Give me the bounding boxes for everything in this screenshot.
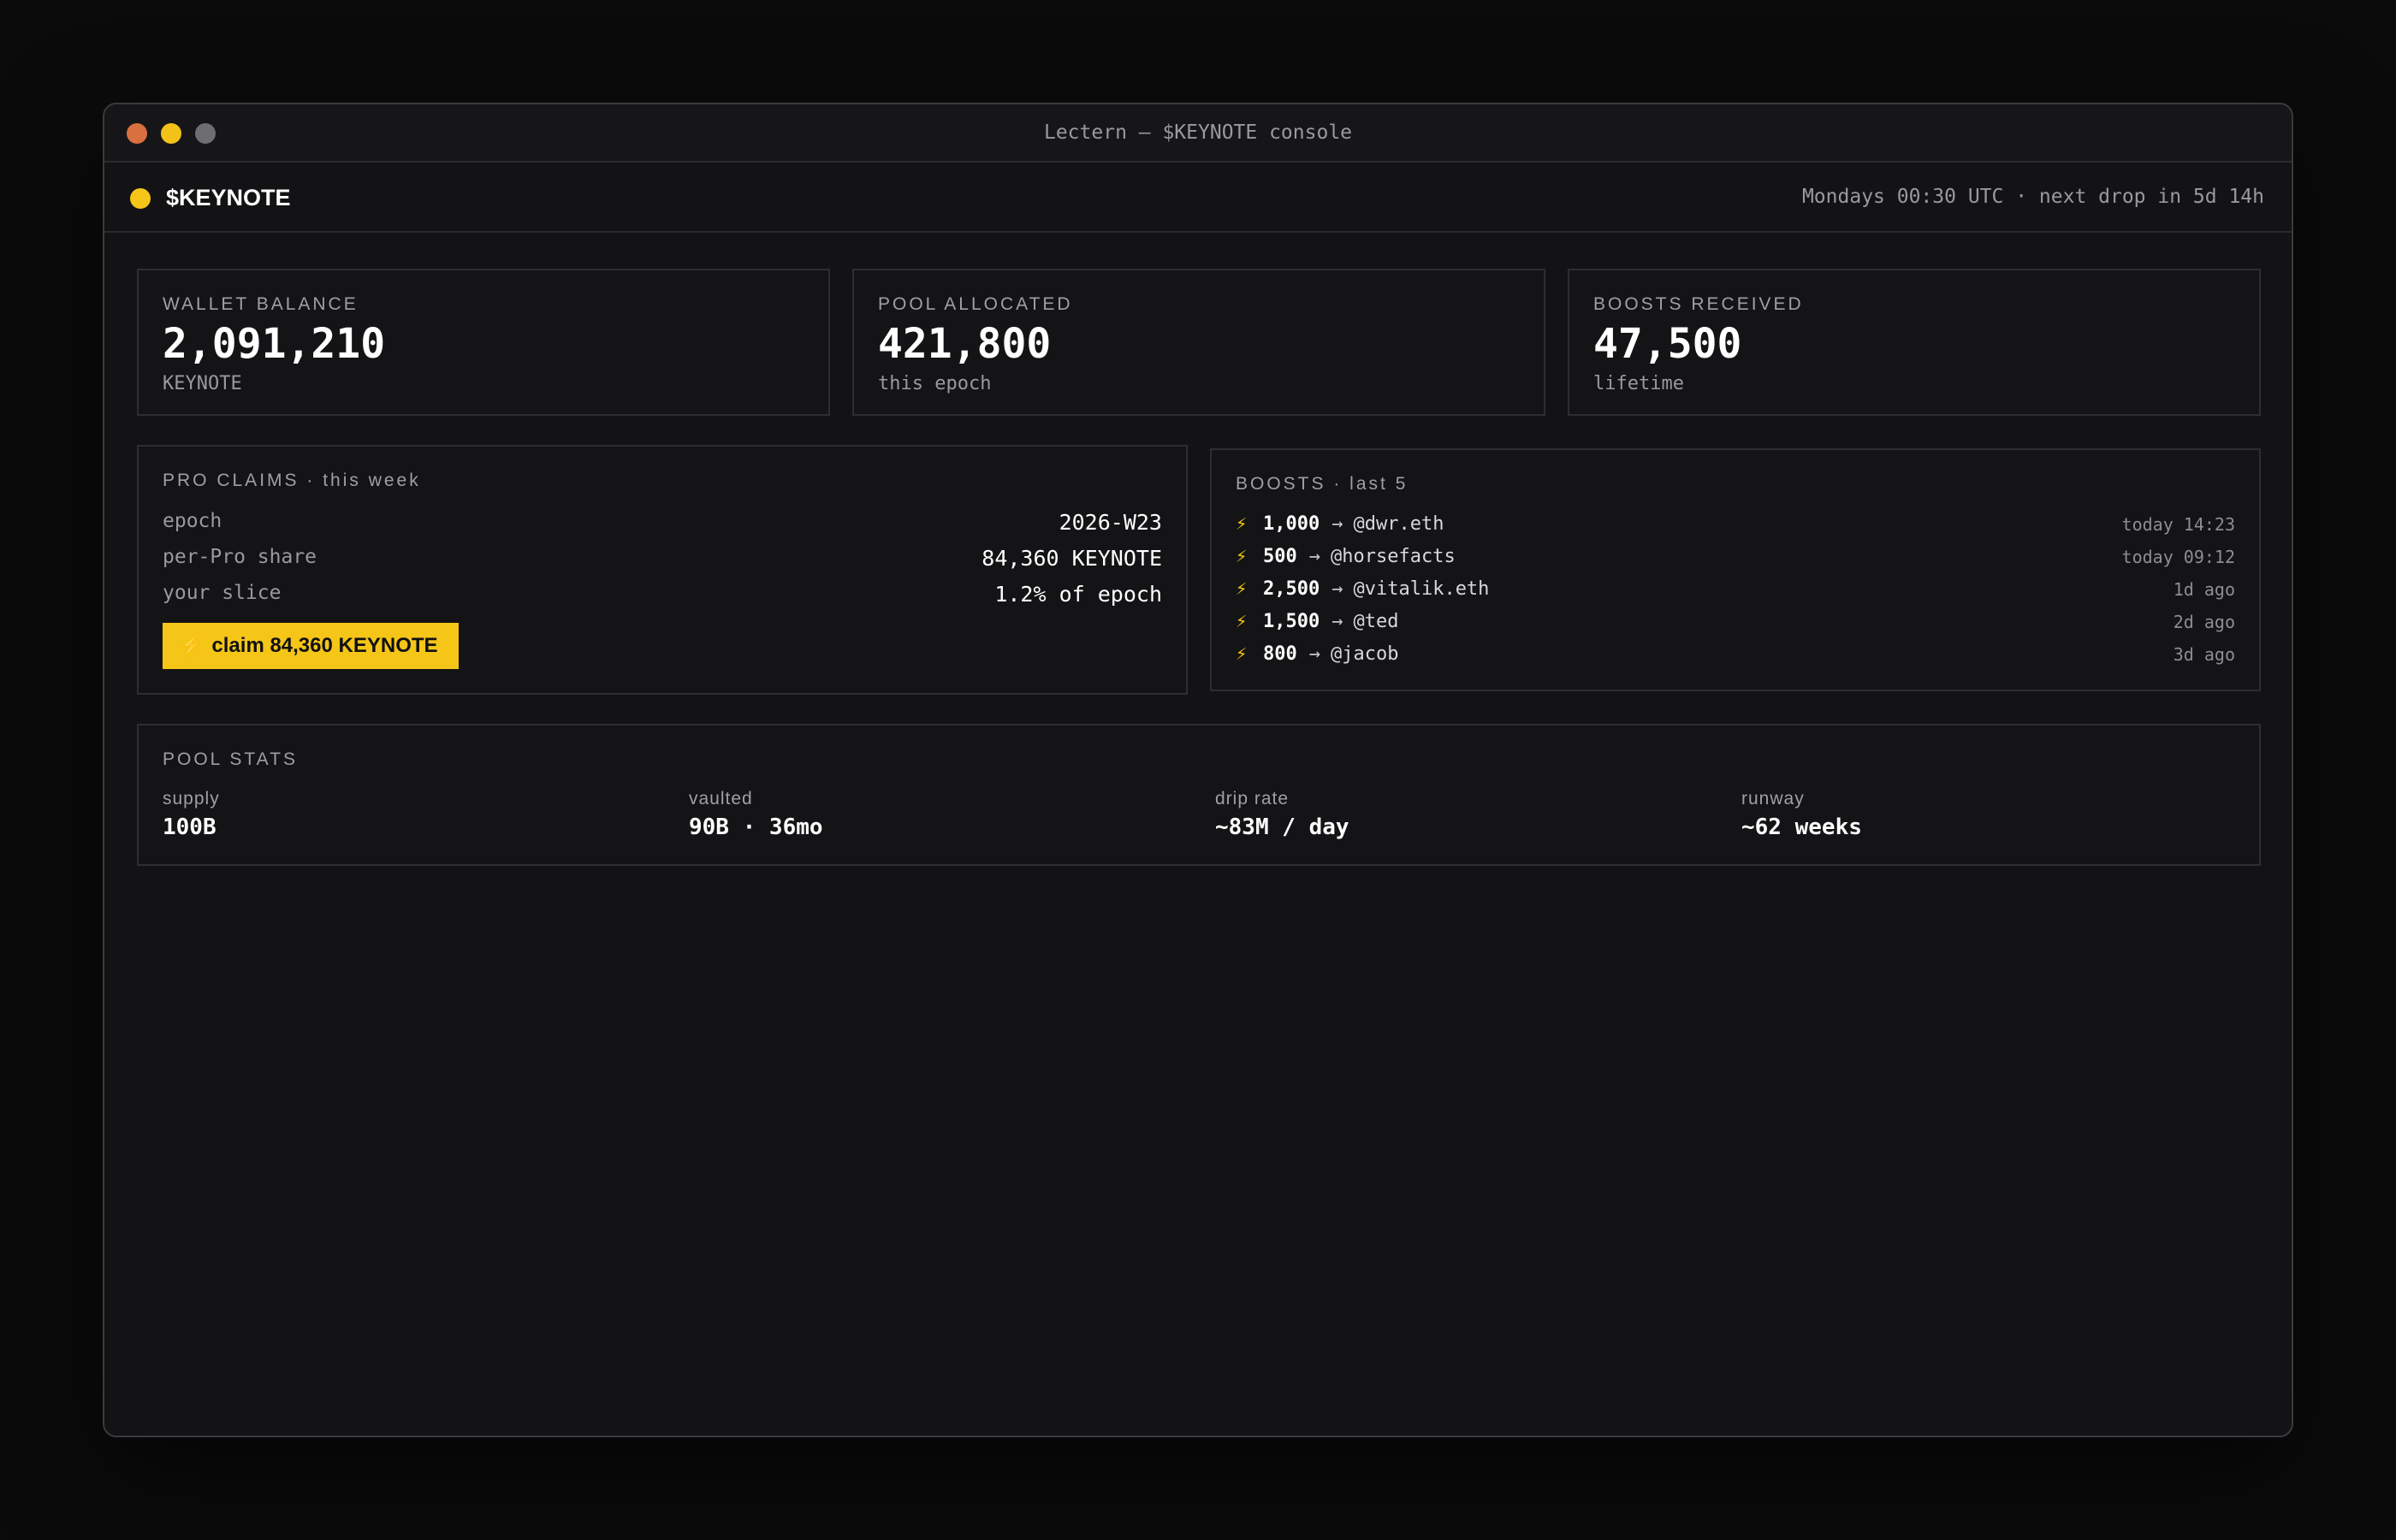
pool-stats-panel: POOL STATS supply 100B vaulted 90B · 36m… — [137, 724, 2261, 866]
claim-row-epoch: epoch 2026-W23 — [163, 510, 1162, 535]
arrow-right-icon: → — [1331, 513, 1343, 535]
panel-title: BOOSTS · last 5 — [1236, 474, 1409, 494]
boost-time: 2d ago — [2173, 611, 2235, 632]
boosts-panel: BOOSTS · last 5 ⚡ 1,000 → @dwr.eth today… — [1210, 448, 2261, 691]
stat-sub: lifetime — [1593, 373, 1684, 394]
boost-time: 3d ago — [2173, 643, 2235, 665]
boost-row: ⚡ 1,000 → @dwr.eth today 14:23 — [1236, 513, 2235, 535]
stat-card-boosts-received: BOOSTS RECEIVED 47,500 lifetime — [1568, 269, 2261, 416]
drop-schedule: Mondays 00:30 UTC · next drop in 5d 14h — [1801, 186, 2264, 208]
stat-value: 421,800 — [878, 320, 1052, 368]
stat-label: WALLET BALANCE — [163, 294, 359, 314]
boost-amount: 1,500 — [1263, 611, 1320, 632]
boost-handle[interactable]: @dwr.eth — [1353, 513, 1444, 535]
claim-key: your slice — [163, 582, 282, 604]
stat-label: POOL ALLOCATED — [878, 294, 1073, 314]
arrow-right-icon: → — [1308, 546, 1320, 567]
claim-row-share: per-Pro share 84,360 KEYNOTE — [163, 546, 1162, 571]
claim-value: 84,360 KEYNOTE — [982, 546, 1162, 571]
boost-row: ⚡ 500 → @horsefacts today 09:12 — [1236, 546, 2235, 567]
claim-key: epoch — [163, 510, 222, 532]
boost-time: today 14:23 — [2121, 513, 2235, 535]
stat-card-wallet-balance: WALLET BALANCE 2,091,210 KEYNOTE — [137, 269, 830, 416]
lightning-bolt-icon: ⚡ — [1236, 513, 1248, 535]
pool-stat-key: supply — [163, 789, 220, 808]
lightning-bolt-icon: ⚡ — [1236, 578, 1248, 600]
boost-amount: 1,000 — [1263, 513, 1320, 535]
status-dot-icon — [130, 187, 151, 209]
pool-stat-value: 100B — [163, 814, 216, 840]
brand-name: $KEYNOTE — [166, 185, 291, 210]
boost-handle[interactable]: @jacob — [1331, 643, 1398, 665]
pool-stat-value: ~62 weeks — [1741, 814, 1862, 840]
boost-row: ⚡ 1,500 → @ted 2d ago — [1236, 611, 2235, 632]
boost-amount: 800 — [1263, 643, 1297, 665]
stat-value: 2,091,210 — [163, 320, 386, 368]
pool-stat-drip-rate: drip rate ~83M / day — [1215, 789, 1349, 840]
pro-claims-panel: PRO CLAIMS · this week epoch 2026-W23 pe… — [137, 445, 1188, 695]
boost-handle[interactable]: @horsefacts — [1331, 546, 1456, 567]
pool-stat-key: runway — [1741, 789, 1805, 808]
claim-row-slice: your slice 1.2% of epoch — [163, 582, 1162, 607]
stat-label: BOOSTS RECEIVED — [1593, 294, 1804, 314]
stat-sub: this epoch — [878, 373, 992, 394]
claim-button[interactable]: ⚡ claim 84,360 KEYNOTE — [163, 623, 459, 669]
window-title: Lectern — $KEYNOTE console — [1043, 121, 1353, 144]
boost-time: 1d ago — [2173, 578, 2235, 600]
pool-stat-vaulted: vaulted 90B · 36mo — [689, 789, 823, 840]
boost-time: today 09:12 — [2121, 546, 2235, 567]
boost-amount: 500 — [1263, 546, 1297, 567]
stat-card-pool-allocated: POOL ALLOCATED 421,800 this epoch — [852, 269, 1545, 416]
claim-button-label: claim 84,360 KEYNOTE — [211, 634, 438, 657]
pool-stat-key: vaulted — [689, 789, 753, 808]
claim-key: per-Pro share — [163, 546, 317, 568]
boost-row: ⚡ 2,500 → @vitalik.eth 1d ago — [1236, 578, 2235, 600]
lightning-bolt-icon: ⚡ — [1236, 611, 1248, 632]
pool-stat-value: 90B · 36mo — [689, 814, 823, 840]
pool-stat-runway: runway ~62 weeks — [1741, 789, 1862, 840]
app-header: $KEYNOTE Mondays 00:30 UTC · next drop i… — [104, 163, 2292, 233]
stat-value: 47,500 — [1593, 320, 1742, 368]
boost-row: ⚡ 800 → @jacob 3d ago — [1236, 643, 2235, 665]
claim-value: 1.2% of epoch — [994, 582, 1162, 607]
boost-amount: 2,500 — [1263, 578, 1320, 600]
boost-handle[interactable]: @ted — [1353, 611, 1398, 632]
arrow-right-icon: → — [1331, 578, 1343, 600]
brand: $KEYNOTE — [130, 185, 291, 211]
arrow-right-icon: → — [1331, 611, 1343, 632]
arrow-right-icon: → — [1308, 643, 1320, 665]
lightning-bolt-icon: ⚡ — [180, 635, 204, 656]
app-window: Lectern — $KEYNOTE console $KEYNOTE Mond… — [103, 103, 2293, 1437]
claim-value: 2026-W23 — [1059, 510, 1162, 535]
stat-sub: KEYNOTE — [163, 373, 242, 394]
lightning-bolt-icon: ⚡ — [1236, 643, 1248, 665]
panel-title: PRO CLAIMS · this week — [163, 471, 421, 490]
boost-handle[interactable]: @vitalik.eth — [1353, 578, 1489, 600]
pool-stat-supply: supply 100B — [163, 789, 220, 840]
pool-stat-value: ~83M / day — [1215, 814, 1349, 840]
panel-title: POOL STATS — [163, 749, 298, 769]
lightning-bolt-icon: ⚡ — [1236, 546, 1248, 567]
title-bar: Lectern — $KEYNOTE console — [104, 104, 2292, 163]
pool-stat-key: drip rate — [1215, 789, 1290, 808]
